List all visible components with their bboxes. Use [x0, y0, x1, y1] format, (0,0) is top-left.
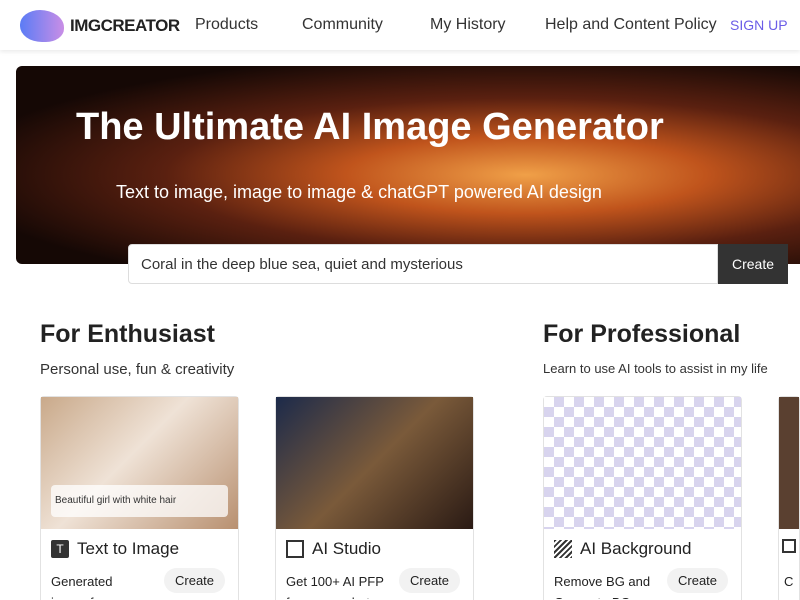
card-desc: Get 100+ AI PFP from your photo — [286, 574, 384, 599]
nav-community[interactable]: Community — [302, 16, 383, 34]
card-desc: Remove BG and Generate BG — [554, 574, 651, 599]
card-desc: C — [784, 574, 794, 589]
hero-title: The Ultimate AI Image Generator — [76, 106, 664, 148]
card-ai-studio[interactable]: AI Studio Get 100+ AI PFP from your phot… — [275, 396, 474, 600]
card-title: AI Studio — [312, 539, 381, 558]
text-icon: T — [51, 540, 69, 558]
professional-subtitle: Learn to use AI tools to assist in my li… — [543, 361, 768, 376]
card-desc: Generated image from — [51, 574, 116, 599]
card-text-to-image[interactable]: Beautiful girl with white hair T Text to … — [40, 396, 239, 600]
image-caption: Beautiful girl with white hair — [51, 485, 228, 517]
card-image — [276, 397, 473, 529]
card-image — [779, 397, 799, 529]
edit-icon — [782, 539, 796, 553]
card-image — [544, 397, 741, 529]
logo-icon — [20, 10, 64, 42]
card-title: AI Background — [580, 539, 692, 558]
enthusiast-subtitle: Personal use, fun & creativity — [40, 361, 235, 378]
card-create-button[interactable]: Create — [667, 568, 729, 593]
card-create-button[interactable]: Create — [164, 568, 226, 593]
top-nav: IMGCREATOR Products Community My History… — [0, 0, 800, 50]
sign-up-link[interactable]: SIGN UP — [730, 17, 788, 33]
nav-my-history[interactable]: My History — [430, 16, 506, 34]
studio-icon — [286, 540, 304, 558]
brand-name: IMGCREATOR — [70, 16, 180, 35]
professional-title: For Professional — [543, 320, 741, 348]
card-ai-background[interactable]: AI Background Remove BG and Generate BG … — [543, 396, 742, 600]
prompt-input[interactable]: Coral in the deep blue sea, quiet and my… — [128, 244, 718, 284]
create-button[interactable]: Create — [718, 244, 788, 284]
background-icon — [554, 540, 572, 558]
card-title: Text to Image — [77, 539, 180, 558]
logo[interactable]: IMGCREATOR — [20, 10, 180, 42]
card-partial[interactable]: C — [778, 396, 800, 600]
nav-products[interactable]: Products — [195, 16, 258, 34]
hero-banner: The Ultimate AI Image Generator Text to … — [16, 66, 800, 264]
card-create-button[interactable]: Create — [399, 568, 461, 593]
hero-subtitle: Text to image, image to image & chatGPT … — [116, 182, 602, 202]
enthusiast-title: For Enthusiast — [40, 320, 216, 348]
nav-help[interactable]: Help and Content Policy — [545, 16, 717, 34]
